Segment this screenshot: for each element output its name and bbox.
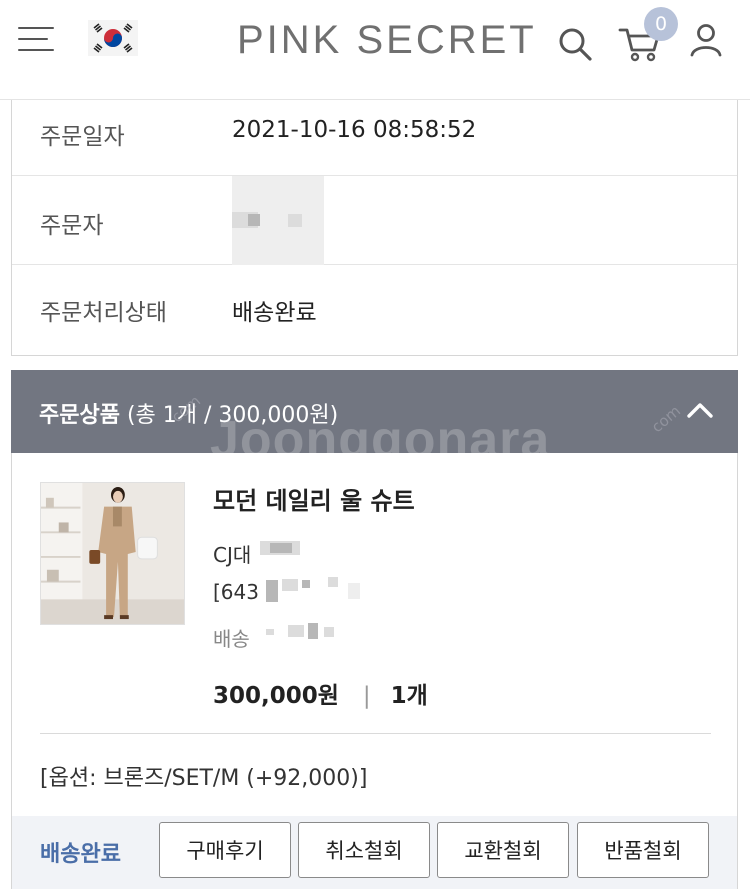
- orderer-row: 주문자: [12, 176, 737, 265]
- product-image[interactable]: [40, 482, 185, 625]
- order-products-header[interactable]: 주문상품 (총 1개 / 300,000원): [11, 370, 738, 453]
- redaction-block: [266, 580, 278, 602]
- product-name[interactable]: 모던 데일리 울 슈트: [213, 481, 415, 516]
- redaction-block: [288, 214, 302, 227]
- korea-flag-icon[interactable]: [88, 20, 138, 56]
- withdraw-cancel-button[interactable]: 취소철회: [298, 822, 430, 878]
- delivery-status: 배송완료: [40, 842, 121, 867]
- redaction-block: [308, 623, 318, 639]
- redaction-block: [348, 583, 360, 599]
- top-header: PINK SECRET 0: [0, 0, 750, 100]
- redaction-block: [266, 629, 274, 635]
- menu-icon[interactable]: [18, 26, 54, 54]
- redaction-block: [302, 580, 310, 588]
- redaction-block: [282, 579, 298, 591]
- order-status-label: 주문처리상태: [40, 300, 167, 326]
- order-date-row: 주문일자 2021-10-16 08:58:52: [12, 100, 737, 176]
- cart-count-badge: 0: [644, 7, 678, 41]
- courier-info: CJ대: [213, 543, 252, 567]
- order-products-title: 주문상품 (총 1개 / 300,000원): [39, 403, 339, 428]
- redaction-block: [324, 627, 334, 637]
- order-action-bar: 배송완료 구매후기 취소철회 교환철회 반품철회: [12, 816, 737, 889]
- user-icon[interactable]: [688, 22, 724, 58]
- product-quantity: 1개: [390, 683, 428, 709]
- search-icon[interactable]: [556, 25, 594, 63]
- chevron-up-icon[interactable]: [686, 400, 714, 420]
- withdraw-exchange-button[interactable]: 교환철회: [437, 822, 569, 878]
- order-product-card: 모던 데일리 울 슈트 CJ대 [643 배송 300,000원 | 1개 [옵션:…: [11, 453, 738, 889]
- redaction-block: [288, 625, 304, 637]
- redaction-block: [270, 543, 292, 553]
- order-date-value: 2021-10-16 08:58:52: [232, 117, 477, 143]
- product-option: [옵션: 브론즈/SET/M (+92,000)]: [40, 766, 368, 791]
- order-status-row: 주문처리상태 배송완료: [12, 265, 737, 355]
- orderer-label: 주문자: [40, 213, 104, 239]
- product-price: 300,000원: [213, 683, 339, 709]
- redaction-block: [248, 214, 260, 226]
- order-status-value: 배송완료: [232, 300, 317, 326]
- price-quantity-row: 300,000원 | 1개: [213, 676, 428, 710]
- price-separator: |: [362, 683, 371, 709]
- divider: [40, 733, 711, 734]
- order-info-table: 주문일자 2021-10-16 08:58:52 주문자 주문처리상태 배송완료: [11, 100, 738, 356]
- order-date-label: 주문일자: [40, 124, 125, 150]
- redaction-block: [328, 577, 338, 587]
- write-review-button[interactable]: 구매후기: [159, 822, 291, 878]
- withdraw-return-button[interactable]: 반품철회: [577, 822, 709, 878]
- brand-logo[interactable]: PINK SECRET: [237, 18, 537, 63]
- shipping-label: 배송: [213, 627, 250, 651]
- tracking-number: [643: [213, 580, 259, 604]
